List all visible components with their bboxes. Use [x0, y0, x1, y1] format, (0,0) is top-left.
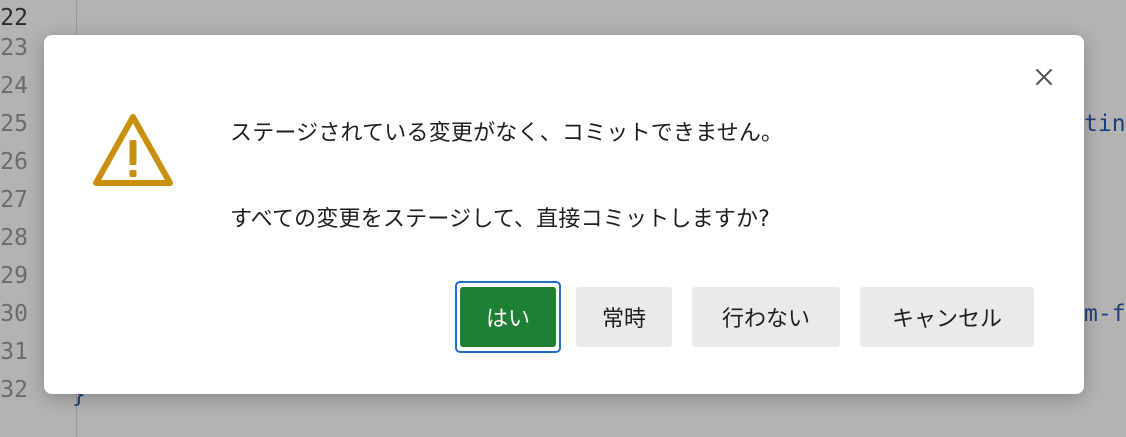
line-number: 29 [0, 263, 28, 289]
line-number: 28 [0, 225, 28, 251]
cancel-button[interactable]: キャンセル [860, 287, 1034, 347]
warning-icon [93, 114, 173, 186]
line-number: 23 [0, 35, 28, 61]
yes-button[interactable]: はい [460, 287, 556, 347]
dialog-message-primary: ステージされている変更がなく、コミットできません。 [230, 121, 784, 146]
commit-confirm-dialog: ステージされている変更がなく、コミットできません。 すべての変更をステージして、… [44, 35, 1084, 394]
line-number: 24 [0, 73, 28, 99]
line-number: 32 [0, 377, 28, 403]
always-button[interactable]: 常時 [576, 287, 672, 347]
line-number: 31 [0, 339, 28, 365]
code-fragment-25: ting [1084, 111, 1126, 137]
close-icon [1036, 69, 1052, 85]
line-number: 25 [0, 111, 28, 137]
line-number: 27 [0, 187, 28, 213]
line-number: 30 [0, 301, 28, 327]
code-fragment-30: m-fl [1084, 301, 1126, 327]
dialog-message-secondary: すべての変更をステージして、直接コミットしますか? [230, 207, 771, 232]
never-button[interactable]: 行わない [692, 287, 840, 347]
line-number: 26 [0, 149, 28, 175]
close-button[interactable] [1032, 65, 1056, 89]
